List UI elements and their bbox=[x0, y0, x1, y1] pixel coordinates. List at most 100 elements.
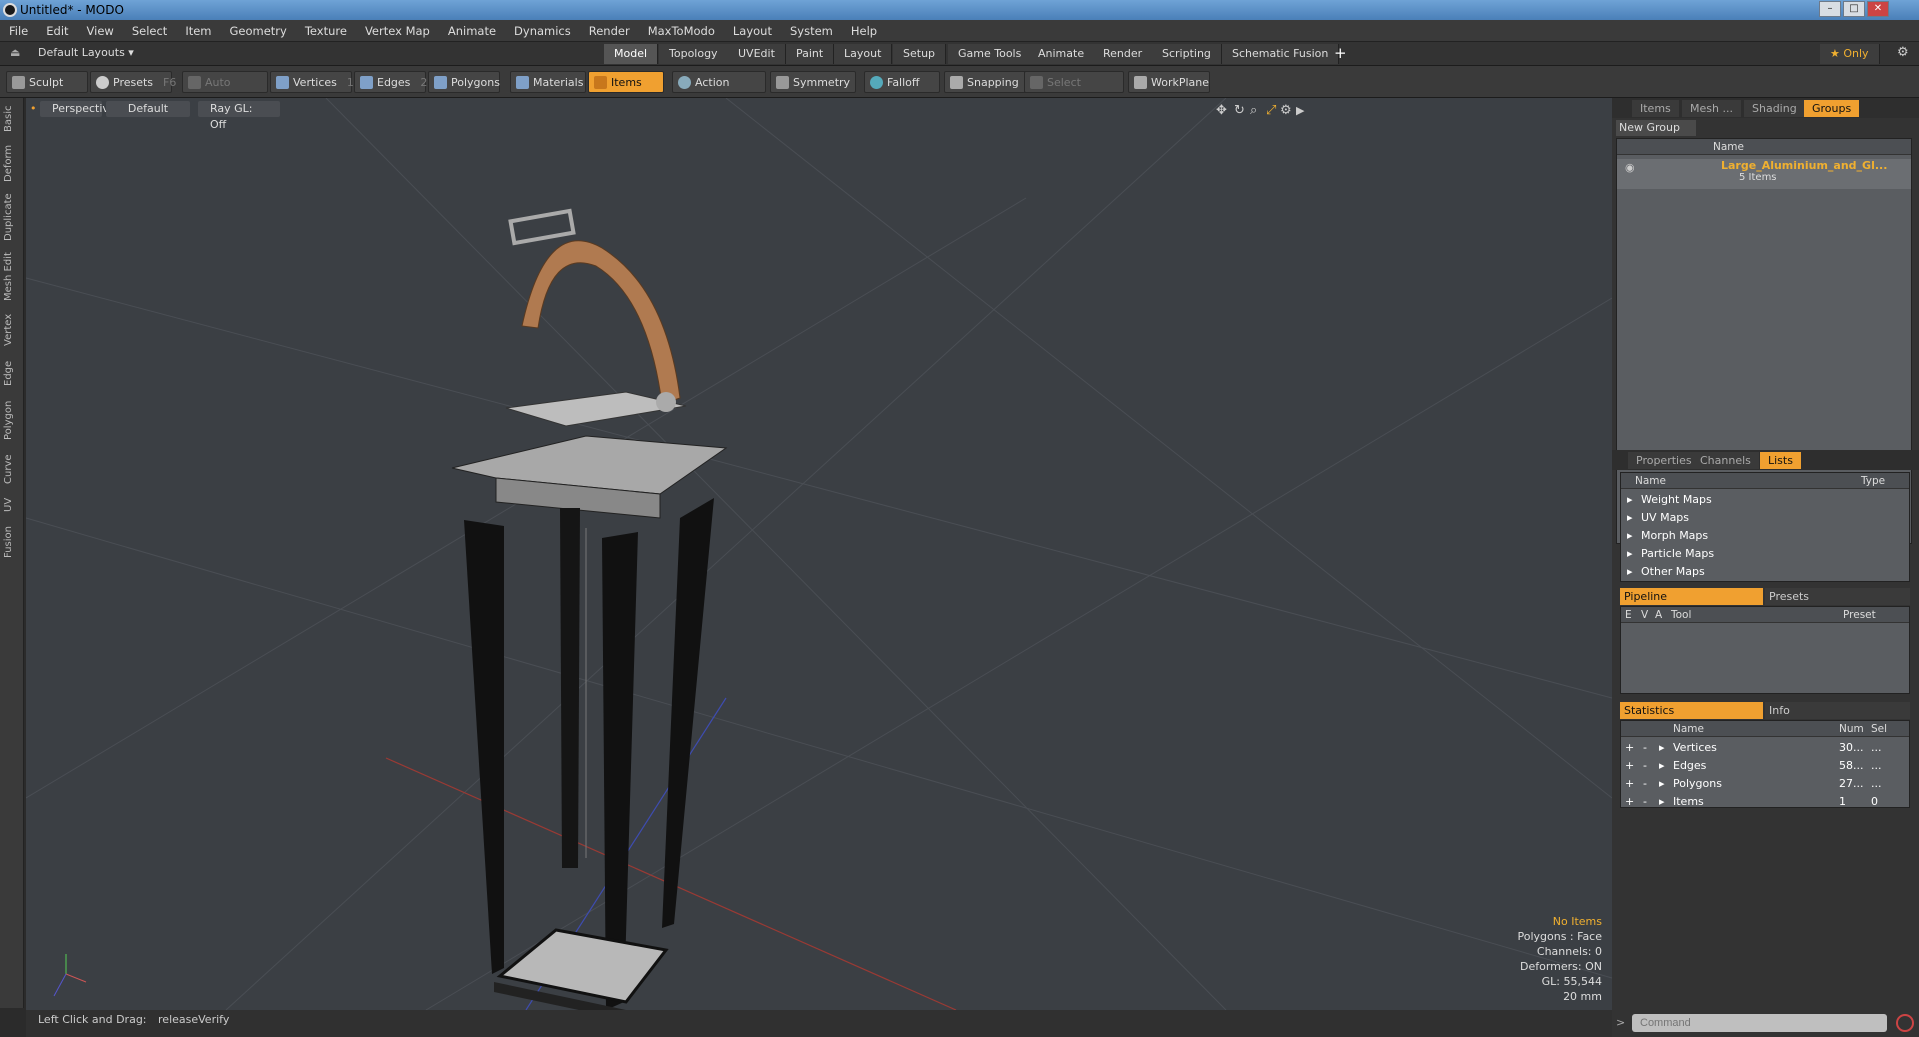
menu-texture[interactable]: Texture bbox=[296, 20, 356, 42]
table-row[interactable]: + - ▸ Edges 58...... bbox=[1621, 757, 1909, 775]
tab-shading[interactable]: Shading bbox=[1744, 100, 1805, 117]
tab-fusion[interactable]: Fusion bbox=[3, 522, 21, 562]
tool-bar: Sculpt PresetsF6 Auto Select Vertices1 E… bbox=[0, 66, 1919, 111]
edges-button[interactable]: Edges 2 bbox=[354, 71, 427, 93]
sculpt-button[interactable]: Sculpt bbox=[6, 71, 88, 93]
snapping-button[interactable]: Snapping bbox=[944, 71, 1026, 93]
new-group-button[interactable]: New Group bbox=[1616, 120, 1696, 136]
tab-paint[interactable]: Paint bbox=[786, 44, 835, 64]
vertices-icon bbox=[276, 76, 289, 89]
record-icon[interactable] bbox=[1896, 1014, 1914, 1032]
gear-icon[interactable]: ⚙ bbox=[1897, 45, 1909, 60]
menu-edit[interactable]: Edit bbox=[37, 20, 77, 42]
tab-presets[interactable]: Presets bbox=[1765, 588, 1910, 605]
add-tab-button[interactable]: + bbox=[1334, 44, 1347, 62]
menu-select[interactable]: Select bbox=[123, 20, 176, 42]
tab-setup[interactable]: Setup bbox=[893, 44, 947, 64]
menu-help[interactable]: Help bbox=[842, 20, 886, 42]
tab-polygon[interactable]: Polygon bbox=[3, 396, 21, 444]
menu-maxtomodo[interactable]: MaxToModo bbox=[639, 20, 724, 42]
tab-uvedit[interactable]: UVEdit bbox=[728, 44, 786, 64]
close-button[interactable]: ✕ bbox=[1867, 1, 1889, 17]
tab-info[interactable]: Info bbox=[1765, 702, 1910, 719]
tab-model[interactable]: Model bbox=[604, 44, 659, 64]
tab-uv[interactable]: UV bbox=[3, 494, 21, 516]
lantern-post-front-left bbox=[464, 520, 504, 974]
menu-item[interactable]: Item bbox=[176, 20, 220, 42]
list-item[interactable]: ▸ Weight Maps bbox=[1621, 491, 1909, 509]
tab-layout[interactable]: Layout bbox=[834, 44, 893, 64]
command-input[interactable] bbox=[1632, 1014, 1887, 1032]
list-item[interactable]: ▸ Particle Maps bbox=[1621, 545, 1909, 563]
viewport-dot-icon[interactable]: • bbox=[30, 102, 37, 115]
tab-basic[interactable]: Basic bbox=[3, 102, 21, 136]
tab-vertex[interactable]: Vertex bbox=[3, 310, 21, 350]
tab-deform[interactable]: Deform bbox=[3, 142, 21, 184]
maximize-button[interactable]: □ bbox=[1843, 1, 1865, 17]
pipeline-panel: E V A Tool Preset bbox=[1620, 606, 1910, 694]
tab-statistics[interactable]: Statistics bbox=[1620, 702, 1763, 719]
tab-channels[interactable]: Channels bbox=[1692, 452, 1759, 469]
status-action: releaseVerify bbox=[158, 1013, 230, 1026]
tab-game-tools[interactable]: Game Tools bbox=[948, 44, 1033, 64]
tab-schematic-fusion[interactable]: Schematic Fusion bbox=[1222, 44, 1340, 64]
presets-button[interactable]: Presets F6 bbox=[90, 71, 176, 93]
tab-mesh-edit[interactable]: Mesh Edit bbox=[3, 250, 21, 304]
tab-lists[interactable]: Lists bbox=[1760, 452, 1801, 469]
menu-dynamics[interactable]: Dynamics bbox=[505, 20, 580, 42]
raygl-button[interactable]: Ray GL: Off bbox=[198, 101, 280, 131]
polygons-button[interactable]: Polygons bbox=[428, 71, 500, 93]
tab-properties[interactable]: Properties bbox=[1628, 452, 1700, 469]
tab-edge[interactable]: Edge bbox=[3, 356, 21, 390]
tab-render[interactable]: Render bbox=[1093, 44, 1154, 64]
symmetry-button[interactable]: Symmetry bbox=[770, 71, 856, 93]
tab-scripting[interactable]: Scripting bbox=[1152, 44, 1222, 64]
tab-items[interactable]: Items bbox=[1632, 100, 1679, 117]
action-center-button[interactable]: Action Center bbox=[672, 71, 766, 111]
list-item[interactable]: ◉ Large_Aluminium_and_Gl... 5 Items bbox=[1617, 159, 1911, 189]
list-item[interactable]: ▸ Other Maps bbox=[1621, 563, 1909, 581]
minimize-button[interactable]: – bbox=[1819, 1, 1841, 17]
3d-viewport[interactable]: ✥ ↻ ⌕ ⤢ ⚙ ▶ • Perspective Default Ray GL… bbox=[26, 98, 1612, 1010]
statistics-header: Name Num Sel bbox=[1621, 721, 1909, 737]
viewport-header: • Perspective Default Ray GL: Off bbox=[26, 98, 1612, 131]
shading-default-button[interactable]: Default bbox=[106, 101, 190, 117]
list-item[interactable]: ▸ UV Maps bbox=[1621, 509, 1909, 527]
tab-pipeline[interactable]: Pipeline bbox=[1620, 588, 1763, 605]
menu-render[interactable]: Render bbox=[580, 20, 639, 42]
menu-animate[interactable]: Animate bbox=[439, 20, 505, 42]
view-perspective-button[interactable]: Perspective bbox=[40, 101, 116, 117]
tab-duplicate[interactable]: Duplicate bbox=[3, 190, 21, 244]
items-button[interactable]: Items bbox=[588, 71, 664, 93]
edges-icon bbox=[360, 76, 373, 89]
select-through-button[interactable]: Select Through bbox=[1024, 71, 1124, 111]
only-toggle[interactable]: ★ Only bbox=[1820, 44, 1880, 64]
menu-file[interactable]: File bbox=[0, 20, 37, 42]
presets-icon bbox=[96, 76, 109, 89]
layout-up-icon[interactable]: ⏏ bbox=[10, 46, 20, 59]
select-through-icon bbox=[1030, 76, 1043, 89]
auto-select-button[interactable]: Auto Select bbox=[182, 71, 268, 111]
table-row[interactable]: + - ▸ Vertices 30...... bbox=[1621, 739, 1909, 757]
tab-curve[interactable]: Curve bbox=[3, 450, 21, 488]
menu-system[interactable]: System bbox=[781, 20, 842, 42]
falloff-button[interactable]: Falloff bbox=[864, 71, 940, 93]
visibility-eye-icon[interactable]: ◉ bbox=[1625, 159, 1635, 177]
menu-view[interactable]: View bbox=[78, 20, 123, 42]
tab-mesh[interactable]: Mesh ... bbox=[1682, 100, 1741, 117]
menu-layout[interactable]: Layout bbox=[724, 20, 781, 42]
workplane-button[interactable]: WorkPlane bbox=[1128, 71, 1210, 93]
vertices-button[interactable]: Vertices 1 bbox=[270, 71, 354, 93]
layout-preset-dropdown[interactable]: Default Layouts ▾ bbox=[38, 46, 134, 59]
tab-groups[interactable]: Groups bbox=[1804, 100, 1860, 117]
table-row[interactable]: + - ▸ Polygons 27...... bbox=[1621, 775, 1909, 793]
materials-button[interactable]: Materials bbox=[510, 71, 586, 93]
info-scale: 20 mm bbox=[1563, 990, 1602, 1003]
menu-geometry[interactable]: Geometry bbox=[221, 20, 296, 42]
menu-vertex-map[interactable]: Vertex Map bbox=[356, 20, 439, 42]
list-item[interactable]: ▸ Morph Maps bbox=[1621, 527, 1909, 545]
tab-topology[interactable]: Topology bbox=[659, 44, 729, 64]
table-row[interactable]: + - ▸ Items 1 0 bbox=[1621, 793, 1909, 811]
lantern-post-back-left bbox=[560, 508, 580, 868]
tab-animate[interactable]: Animate bbox=[1028, 44, 1096, 64]
